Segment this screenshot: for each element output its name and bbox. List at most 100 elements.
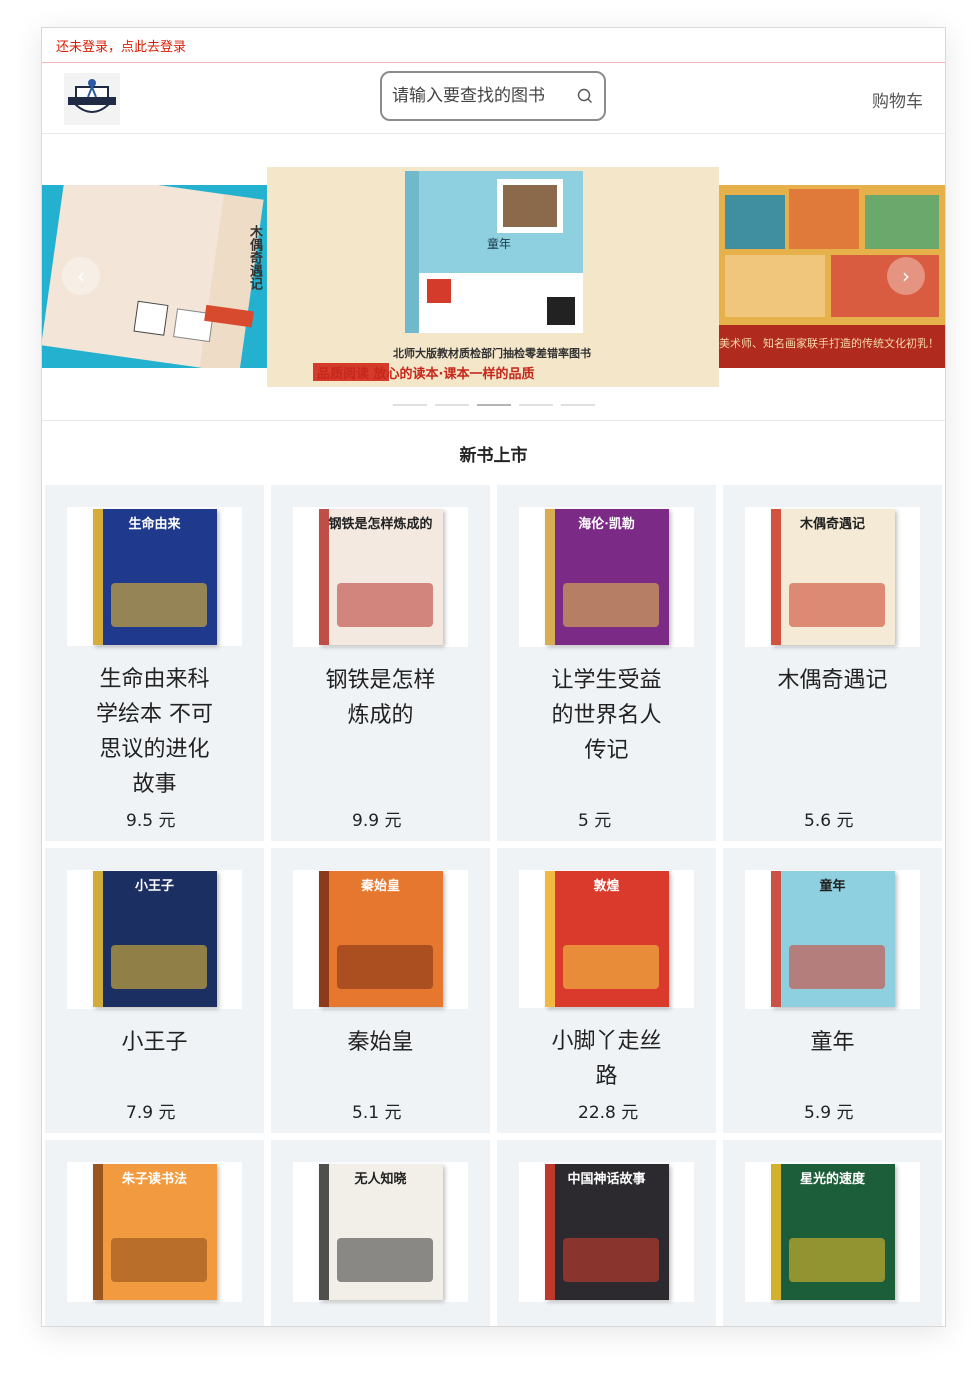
cart-link[interactable]: 购物车 [872,87,923,112]
book-cover[interactable]: 秦始皇 [293,870,468,1009]
book-title[interactable]: 秦始皇 [321,1025,441,1094]
book-cover-title: 秦始皇 [360,879,400,895]
book-cover-art: 无人知晓 [318,1164,443,1300]
book-price: 9.9 元 [352,811,402,831]
book-card[interactable]: 朱子读书法 [45,1140,264,1326]
search-box[interactable] [380,71,606,121]
book-price: 5 元 [578,811,612,831]
book-card[interactable]: 海伦·凯勒让学生受益的世界名人传记 5 元 [497,485,716,841]
book-cover-band [110,945,207,990]
carousel-slide-active[interactable]: 童年 北师大版教材质检部门抽检零差错率图书 品质阅读 放心的读本·课本一样的品质 [267,167,719,387]
book-card[interactable]: 童年 童年 5.9 元 [723,848,942,1133]
book-cover[interactable]: 童年 [745,870,920,1009]
carousel-dot-1[interactable] [393,404,427,406]
app-frame: 还未登录，点此去登录 购物车 [41,27,946,1327]
book-cover-art: 秦始皇 [318,871,443,1008]
book-cover[interactable]: 中国神话故事 [519,1162,694,1302]
book-cover-art: 星光的速度 [770,1164,895,1300]
book-title[interactable]: 生命由来科学绘本 不可思议的进化故事 [95,662,215,802]
book-cover-band [788,945,885,990]
book-card[interactable]: 敦煌小脚丫走丝路 22.8 元 [497,848,716,1133]
book-cover-art: 木偶奇遇记 [770,508,895,645]
book-price: 22.8 元 [578,1103,639,1123]
book-cover-art: 童年 [770,871,895,1008]
book-cover[interactable]: 星光的速度 [745,1162,920,1302]
book-cover-band [336,582,433,627]
carousel-slide-next-caption: 美术师、知名画家联手打造的传统文化初乳！ [719,337,939,350]
book-cover[interactable]: 小王子 [67,870,242,1009]
book-price: 5.1 元 [352,1103,402,1123]
book-cover[interactable]: 钢铁是怎样炼成的 [293,507,468,647]
book-card[interactable]: 生命由来 生命由来科学绘本 不可思议的进化故事 9.5 元 [45,485,264,841]
book-price: 5.6 元 [804,811,854,831]
book-cover-band [336,1238,433,1282]
book-cover-title: 童年 [819,879,846,895]
section-title: 新书上市 [459,445,528,466]
book-cover[interactable]: 木偶奇遇记 [745,507,920,647]
book-cover-title: 敦煌 [593,879,620,894]
book-cover-band [336,945,433,990]
book-grid: 生命由来 生命由来科学绘本 不可思议的进化故事 9.5 元钢铁是怎样炼成的 钢铁是怎样… [42,485,945,1326]
book-price: 7.9 元 [126,1103,176,1123]
book-cover-art: 钢铁是怎样炼成的 [318,508,443,645]
book-cover-band [562,1238,659,1282]
book-cover-art: 小王子 [92,871,217,1008]
book-cover-band [110,582,207,627]
carousel-dot-5[interactable] [561,404,595,406]
search-input[interactable] [390,85,574,107]
book-title[interactable]: 小脚丫走丝路 [547,1024,667,1094]
book-card[interactable]: 无人知晓 [271,1140,490,1326]
carousel-slide-active-tagline-top: 北师大版教材质检部门抽检零差错率图书 [393,347,591,360]
book-card[interactable]: 星光的速度 [723,1140,942,1326]
book-title[interactable]: 童年 [773,1025,893,1094]
book-cover-title: 钢铁是怎样炼成的 [328,516,433,532]
book-cover-title: 小王子 [134,879,174,895]
book-cover[interactable]: 朱子读书法 [67,1162,242,1302]
carousel-dot-2[interactable] [435,404,469,406]
book-card[interactable]: 木偶奇遇记 木偶奇遇记 5.6 元 [723,485,942,841]
book-price: 5.9 元 [804,1103,854,1123]
book-cover-title: 海伦·凯勒 [578,516,635,532]
book-card[interactable]: 中国神话故事 [497,1140,716,1326]
carousel-next-arrow[interactable]: › [887,257,925,295]
book-cover-title: 朱子读书法 [121,1172,187,1187]
book-card[interactable]: 钢铁是怎样炼成的 钢铁是怎样炼成的 9.9 元 [271,485,490,841]
book-cover-title: 木偶奇遇记 [799,516,865,532]
book-cover[interactable]: 无人知晓 [293,1162,468,1302]
carousel-slide-active-tagline-bottom: 品质阅读 放心的读本·课本一样的品质 [317,367,535,382]
carousel-prev-arrow[interactable]: ‹ [62,257,100,295]
book-cover-art: 敦煌 [544,871,669,1007]
book-cover-title: 无人知晓 [354,1172,407,1187]
book-cover[interactable]: 海伦·凯勒 [519,507,694,647]
login-link[interactable]: 还未登录，点此去登录 [56,36,186,55]
book-cover-band [788,1238,885,1282]
book-card[interactable]: 秦始皇 秦始皇 5.1 元 [271,848,490,1133]
carousel-dot-4[interactable] [519,404,553,406]
book-cover-art: 海伦·凯勒 [544,508,669,645]
carousel-slide-prev-caption: 木偶奇遇记 [247,225,262,290]
book-title[interactable]: 让学生受益的世界名人传记 [547,663,667,803]
search-icon[interactable] [576,87,594,105]
book-cover-title: 星光的速度 [799,1172,865,1187]
book-cover-band [788,582,885,627]
carousel-dot-3[interactable] [477,404,511,406]
banner-carousel: 木偶奇遇记 童年 北师大版教材质检部门抽检零差错率图书 品质阅读 放心的读本·课… [42,134,945,421]
header: 购物车 [42,63,945,134]
book-cover[interactable]: 生命由来 [67,507,242,646]
book-cover-art: 生命由来 [92,508,217,645]
book-title[interactable]: 木偶奇遇记 [773,663,893,803]
book-title[interactable]: 小王子 [95,1025,215,1094]
book-cover-art: 中国神话故事 [544,1164,669,1300]
carousel-slide-active-caption: 童年 [487,237,512,251]
chevron-left-icon: ‹ [77,264,85,288]
chevron-right-icon: › [902,264,910,288]
book-cover-band [110,1238,207,1282]
book-card[interactable]: 小王子 小王子 7.9 元 [45,848,264,1133]
book-cover-title: 中国神话故事 [567,1172,646,1187]
book-cover[interactable]: 敦煌 [519,870,694,1008]
book-cover-band [562,582,659,627]
book-title[interactable]: 钢铁是怎样炼成的 [321,663,441,803]
logo[interactable] [64,73,120,125]
carousel-indicators [393,404,595,406]
login-bar: 还未登录，点此去登录 [42,28,945,63]
